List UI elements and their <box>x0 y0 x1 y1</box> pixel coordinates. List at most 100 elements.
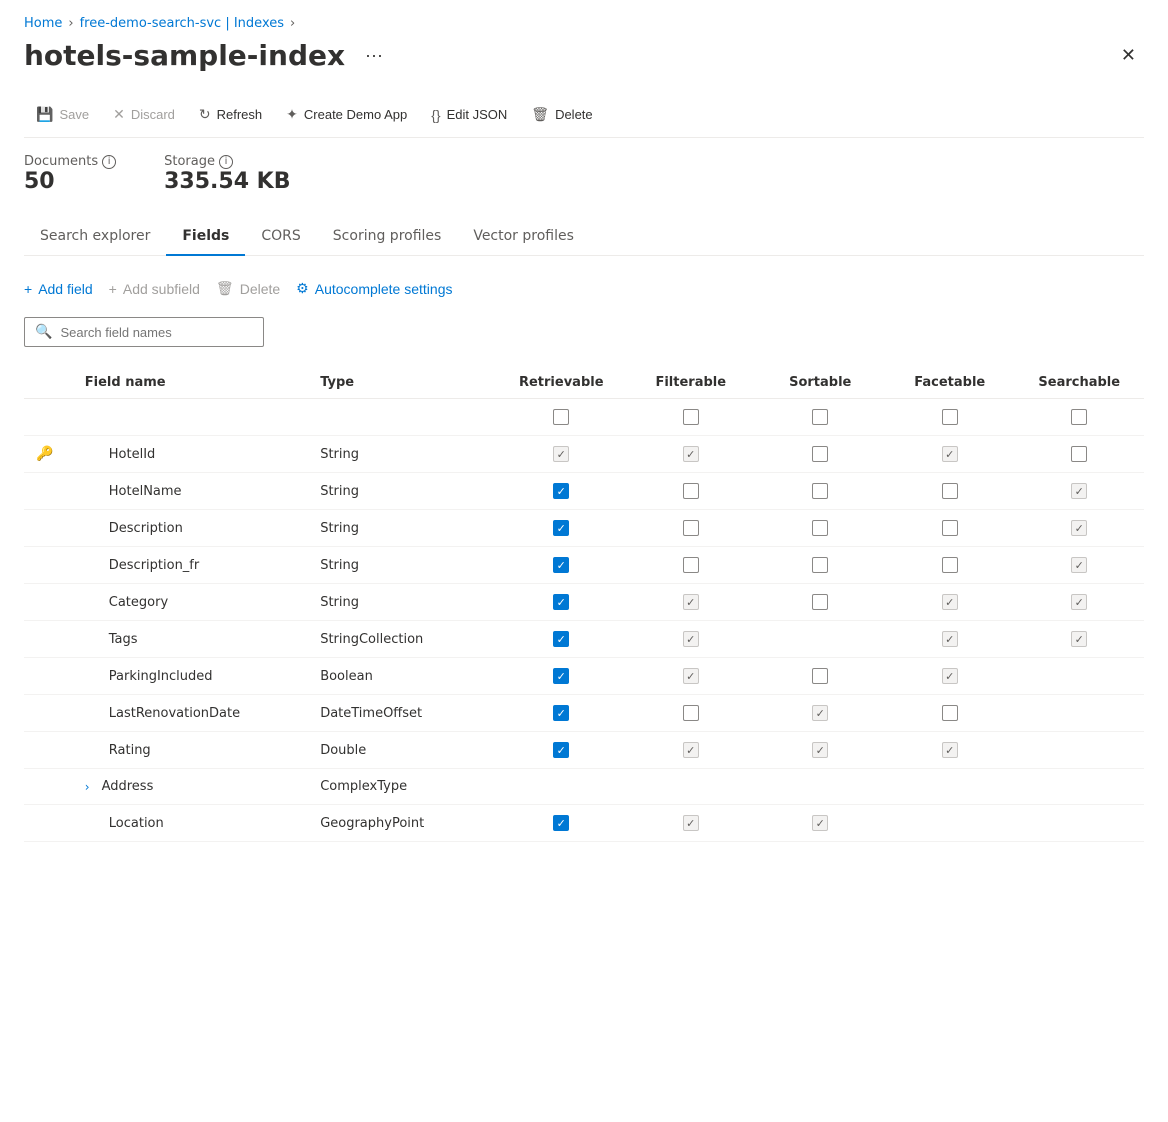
searchable-cell: ✓ <box>1014 584 1144 621</box>
Rating-retrievable-cb[interactable]: ✓ <box>553 742 569 758</box>
Description_fr-sortable-cb[interactable] <box>812 557 828 573</box>
col-type: Type <box>308 367 496 399</box>
Tags-searchable-cb[interactable]: ✓ <box>1071 631 1087 647</box>
edit-json-button[interactable]: {} Edit JSON <box>419 101 519 129</box>
Category-searchable-cb[interactable]: ✓ <box>1071 594 1087 610</box>
searchable-cell <box>1014 436 1144 473</box>
Rating-sortable-cb[interactable]: ✓ <box>812 742 828 758</box>
HotelId-searchable-cb[interactable] <box>1071 446 1087 462</box>
autocomplete-settings-button[interactable]: ⚙ Autocomplete settings <box>296 276 452 301</box>
col-field-name: Field name <box>73 367 308 399</box>
more-options-button[interactable]: ··· <box>357 41 391 70</box>
HotelName-retrievable-cb[interactable]: ✓ <box>553 483 569 499</box>
ParkingIncluded-facetable-cb[interactable]: ✓ <box>942 668 958 684</box>
facetable-cell <box>885 805 1014 842</box>
HotelId-facetable-cb[interactable]: ✓ <box>942 446 958 462</box>
Description-searchable-cb[interactable]: ✓ <box>1071 520 1087 536</box>
tabs: Search explorer Fields CORS Scoring prof… <box>24 218 1144 256</box>
filterable-cell: ✓ <box>626 621 755 658</box>
fields-delete-button[interactable]: 🗑 Delete <box>216 276 280 301</box>
table-row: LastRenovationDateDateTimeOffset✓✓ <box>24 695 1144 732</box>
create-demo-icon: ✦ <box>286 106 298 123</box>
Description-filterable-cb[interactable] <box>683 520 699 536</box>
ParkingIncluded-retrievable-cb[interactable]: ✓ <box>553 668 569 684</box>
tab-cors[interactable]: CORS <box>245 218 316 256</box>
Description_fr-facetable-cb[interactable] <box>942 557 958 573</box>
tab-vector-profiles[interactable]: Vector profiles <box>457 218 590 256</box>
key-cell <box>24 621 73 658</box>
tab-search-explorer[interactable]: Search explorer <box>24 218 166 256</box>
Location-sortable-cb[interactable]: ✓ <box>812 815 828 831</box>
create-demo-button[interactable]: ✦ Create Demo App <box>274 100 419 129</box>
Tags-facetable-cb[interactable]: ✓ <box>942 631 958 647</box>
field-name: Category <box>109 595 168 610</box>
Rating-facetable-cb[interactable]: ✓ <box>942 742 958 758</box>
close-button[interactable]: ✕ <box>1113 41 1144 70</box>
Location-filterable-cb[interactable]: ✓ <box>683 815 699 831</box>
HotelId-sortable-cb[interactable] <box>812 446 828 462</box>
ParkingIncluded-filterable-cb[interactable]: ✓ <box>683 668 699 684</box>
add-field-button[interactable]: + Add field <box>24 277 93 301</box>
Description-sortable-cb[interactable] <box>812 520 828 536</box>
tab-scoring-profiles[interactable]: Scoring profiles <box>317 218 458 256</box>
field-name-cell: Tags <box>73 621 308 658</box>
retrievable-cell <box>497 769 626 805</box>
tab-fields[interactable]: Fields <box>166 218 245 256</box>
add-field-icon: + <box>24 281 32 297</box>
breadcrumb-sep1: › <box>68 16 73 31</box>
retrievable-cell: ✓ <box>497 510 626 547</box>
header-searchable-cb[interactable] <box>1071 409 1087 425</box>
expand-icon[interactable]: › <box>85 780 90 794</box>
LastRenovationDate-retrievable-cb[interactable]: ✓ <box>553 705 569 721</box>
refresh-button[interactable]: ↻ Refresh <box>187 100 274 129</box>
HotelName-sortable-cb[interactable] <box>812 483 828 499</box>
header-sortable-cb[interactable] <box>812 409 828 425</box>
search-input[interactable] <box>60 325 253 340</box>
HotelName-filterable-cb[interactable] <box>683 483 699 499</box>
field-name: ParkingIncluded <box>109 669 213 684</box>
col-sortable: Sortable <box>756 367 885 399</box>
header-facetable-cb[interactable] <box>942 409 958 425</box>
key-icon: 🔑 <box>36 446 53 462</box>
breadcrumb-home[interactable]: Home <box>24 16 62 31</box>
Rating-filterable-cb[interactable]: ✓ <box>683 742 699 758</box>
LastRenovationDate-sortable-cb[interactable]: ✓ <box>812 705 828 721</box>
delete-button[interactable]: 🗑 Delete <box>519 100 604 129</box>
discard-button[interactable]: ✕ Discard <box>101 100 187 129</box>
LastRenovationDate-filterable-cb[interactable] <box>683 705 699 721</box>
header-retrievable-cb[interactable] <box>553 409 569 425</box>
HotelId-filterable-cb[interactable]: ✓ <box>683 446 699 462</box>
edit-json-icon: {} <box>431 107 440 123</box>
HotelName-facetable-cb[interactable] <box>942 483 958 499</box>
save-button[interactable]: 💾 Save <box>24 100 101 129</box>
Category-filterable-cb[interactable]: ✓ <box>683 594 699 610</box>
Tags-retrievable-cb[interactable]: ✓ <box>553 631 569 647</box>
Tags-filterable-cb[interactable]: ✓ <box>683 631 699 647</box>
filterable-cell <box>626 510 755 547</box>
col-facetable: Facetable <box>885 367 1014 399</box>
add-subfield-button[interactable]: + Add subfield <box>109 277 200 301</box>
sortable-cell <box>756 621 885 658</box>
Description_fr-filterable-cb[interactable] <box>683 557 699 573</box>
HotelName-searchable-cb[interactable]: ✓ <box>1071 483 1087 499</box>
Description-facetable-cb[interactable] <box>942 520 958 536</box>
Description_fr-retrievable-cb[interactable]: ✓ <box>553 557 569 573</box>
breadcrumb-service[interactable]: free-demo-search-svc | Indexes <box>80 16 284 31</box>
documents-info-icon[interactable]: i <box>102 155 116 169</box>
Category-sortable-cb[interactable] <box>812 594 828 610</box>
Description-retrievable-cb[interactable]: ✓ <box>553 520 569 536</box>
Location-retrievable-cb[interactable]: ✓ <box>553 815 569 831</box>
Category-facetable-cb[interactable]: ✓ <box>942 594 958 610</box>
Description_fr-searchable-cb[interactable]: ✓ <box>1071 557 1087 573</box>
ParkingIncluded-sortable-cb[interactable] <box>812 668 828 684</box>
storage-info-icon[interactable]: i <box>219 155 233 169</box>
header-filterable-cb[interactable] <box>683 409 699 425</box>
Category-retrievable-cb[interactable]: ✓ <box>553 594 569 610</box>
LastRenovationDate-facetable-cb[interactable] <box>942 705 958 721</box>
retrievable-cell: ✓ <box>497 436 626 473</box>
facetable-cell <box>885 547 1014 584</box>
key-cell <box>24 732 73 769</box>
toolbar: 💾 Save ✕ Discard ↻ Refresh ✦ Create Demo… <box>24 92 1144 138</box>
facetable-cell: ✓ <box>885 621 1014 658</box>
HotelId-retrievable-cb[interactable]: ✓ <box>553 446 569 462</box>
